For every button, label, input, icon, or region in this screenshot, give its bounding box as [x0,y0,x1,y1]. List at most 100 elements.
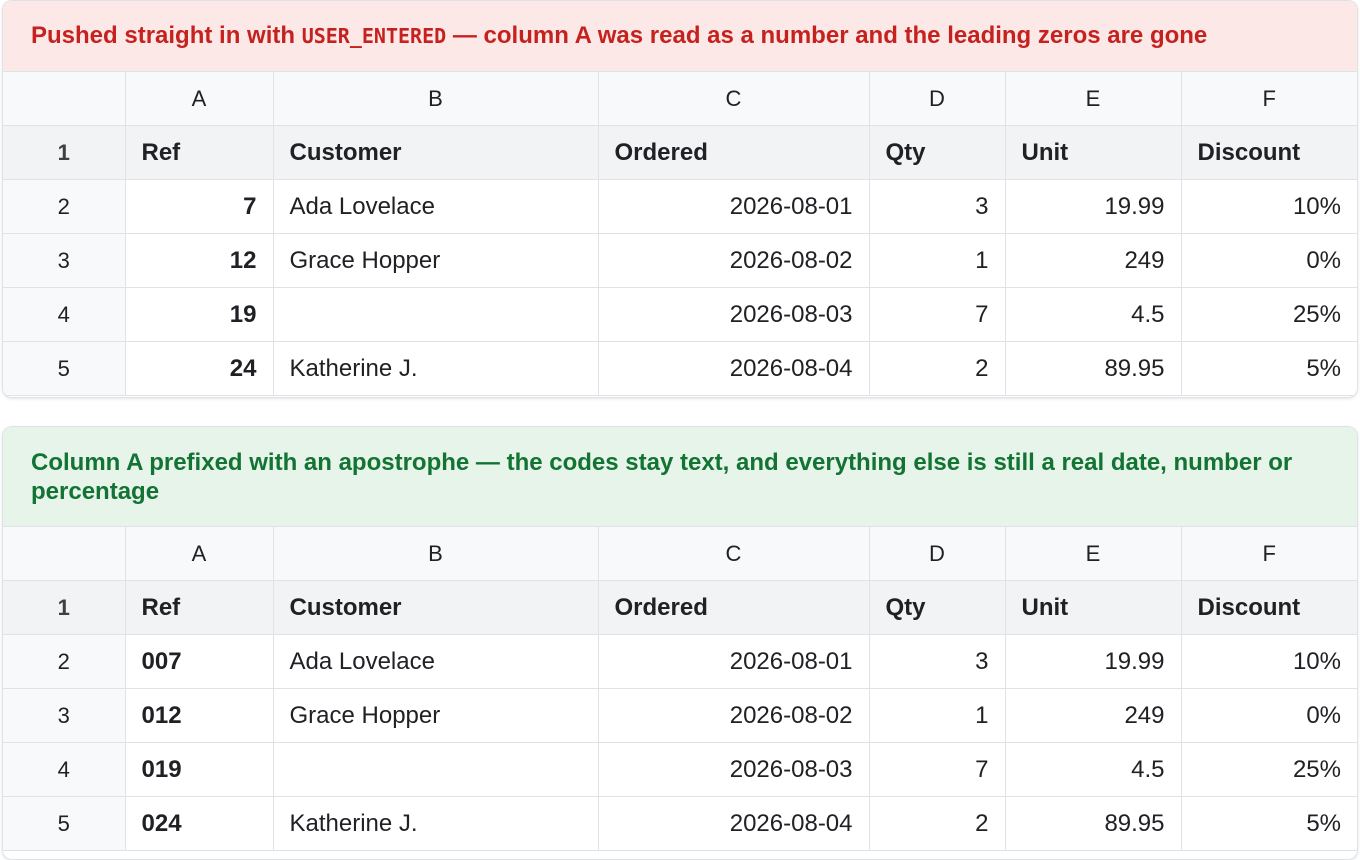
row-header[interactable]: 1 [3,580,126,635]
ref-cell[interactable]: 019 [124,742,274,797]
cell[interactable]: 2 [868,796,1006,851]
cell[interactable]: Ordered [597,125,870,180]
panel-apostrophe-prefixed: Column A prefixed with an apostrophe — t… [2,426,1358,860]
cell[interactable] [272,742,599,797]
cell[interactable]: 2026-08-01 [597,634,870,689]
cell[interactable]: 3 [868,179,1006,234]
column-header-f[interactable]: F [1180,527,1357,581]
spreadsheet-grid: A B C D E F 1 Ref Customer Ordered Qty U… [3,72,1357,396]
cell[interactable]: 25% [1180,742,1357,797]
cell[interactable]: Grace Hopper [272,688,599,743]
row-header[interactable]: 5 [3,341,126,396]
column-header-f[interactable]: F [1180,72,1357,126]
table-row: 5 24 Katherine J. 2026-08-04 2 89.95 5% [3,341,1357,396]
table-row: 4 019 2026-08-03 7 4.5 25% [3,742,1357,797]
cell[interactable]: 2026-08-02 [597,233,870,288]
table-row: 2 7 Ada Lovelace 2026-08-01 3 19.99 10% [3,179,1357,234]
cell[interactable]: Ada Lovelace [272,634,599,689]
cell[interactable]: 10% [1180,634,1357,689]
column-header-row: A B C D E F [3,527,1357,581]
table-row: 2 007 Ada Lovelace 2026-08-01 3 19.99 10… [3,634,1357,689]
cell[interactable]: 4.5 [1004,287,1182,342]
cell[interactable]: 89.95 [1004,341,1182,396]
cell[interactable]: 2026-08-03 [597,287,870,342]
banner-text-post: — column A was read as a number and the … [446,22,1208,49]
cell[interactable]: Unit [1004,125,1182,180]
cell[interactable]: 249 [1004,233,1182,288]
table-row: 3 12 Grace Hopper 2026-08-02 1 249 0% [3,233,1357,288]
cell[interactable]: Ordered [597,580,870,635]
row-header[interactable]: 2 [3,179,126,234]
cell[interactable]: Discount [1180,125,1357,180]
cell[interactable]: 3 [868,634,1006,689]
cell[interactable]: Qty [868,580,1006,635]
cell[interactable]: 2026-08-04 [597,796,870,851]
cell[interactable]: 5% [1180,796,1357,851]
cell[interactable]: 10% [1180,179,1357,234]
select-all-corner[interactable] [3,527,126,581]
cell[interactable]: 249 [1004,688,1182,743]
ref-cell[interactable]: 7 [124,179,274,234]
ref-cell[interactable]: 024 [124,796,274,851]
row-header[interactable]: 3 [3,233,126,288]
cell[interactable]: 19.99 [1004,634,1182,689]
cell[interactable]: 1 [868,233,1006,288]
cell[interactable]: Customer [272,125,599,180]
column-header-b[interactable]: B [272,72,599,126]
cell[interactable]: 2026-08-04 [597,341,870,396]
row-header[interactable]: 2 [3,634,126,689]
cell[interactable]: Discount [1180,580,1357,635]
column-header-a[interactable]: A [124,527,274,581]
cell[interactable]: 7 [868,742,1006,797]
spreadsheet-grid: A B C D E F 1 Ref Customer Ordered Qty U… [3,527,1357,851]
column-header-d[interactable]: D [868,72,1006,126]
banner-text: Column A prefixed with an apostrophe — t… [31,448,1293,505]
cell[interactable]: Qty [868,125,1006,180]
column-header-c[interactable]: C [597,527,870,581]
cell[interactable]: 4.5 [1004,742,1182,797]
column-header-b[interactable]: B [272,527,599,581]
cell[interactable]: 1 [868,688,1006,743]
select-all-corner[interactable] [3,72,126,126]
cell[interactable]: 0% [1180,688,1357,743]
cell[interactable]: 25% [1180,287,1357,342]
cell[interactable] [272,287,599,342]
cell[interactable]: Ref [124,580,274,635]
column-header-a[interactable]: A [124,72,274,126]
cell[interactable]: 7 [868,287,1006,342]
row-header[interactable]: 5 [3,796,126,851]
row-header[interactable]: 3 [3,688,126,743]
ref-cell[interactable]: 12 [124,233,274,288]
table-row: 3 012 Grace Hopper 2026-08-02 1 249 0% [3,688,1357,743]
ref-cell[interactable]: 007 [124,634,274,689]
panel-user-entered: Pushed straight in with USER_ENTERED — c… [2,0,1358,398]
table-row: 1 Ref Customer Ordered Qty Unit Discount [3,125,1357,180]
cell[interactable]: 2026-08-03 [597,742,870,797]
cell[interactable]: 2026-08-02 [597,688,870,743]
column-header-c[interactable]: C [597,72,870,126]
column-header-e[interactable]: E [1004,72,1182,126]
row-header[interactable]: 4 [3,287,126,342]
ref-cell[interactable]: 24 [124,341,274,396]
ref-cell[interactable]: 19 [124,287,274,342]
banner-text-pre: Pushed straight in with [31,22,302,49]
row-header[interactable]: 1 [3,125,126,180]
error-banner: Pushed straight in with USER_ENTERED — c… [3,1,1357,72]
cell[interactable]: 0% [1180,233,1357,288]
cell[interactable]: Katherine J. [272,796,599,851]
cell[interactable]: 89.95 [1004,796,1182,851]
cell[interactable]: Ref [124,125,274,180]
cell[interactable]: Katherine J. [272,341,599,396]
cell[interactable]: 5% [1180,341,1357,396]
cell[interactable]: Ada Lovelace [272,179,599,234]
cell[interactable]: Unit [1004,580,1182,635]
row-header[interactable]: 4 [3,742,126,797]
cell[interactable]: 19.99 [1004,179,1182,234]
cell[interactable]: 2 [868,341,1006,396]
cell[interactable]: Customer [272,580,599,635]
cell[interactable]: 2026-08-01 [597,179,870,234]
column-header-e[interactable]: E [1004,527,1182,581]
ref-cell[interactable]: 012 [124,688,274,743]
cell[interactable]: Grace Hopper [272,233,599,288]
column-header-d[interactable]: D [868,527,1006,581]
